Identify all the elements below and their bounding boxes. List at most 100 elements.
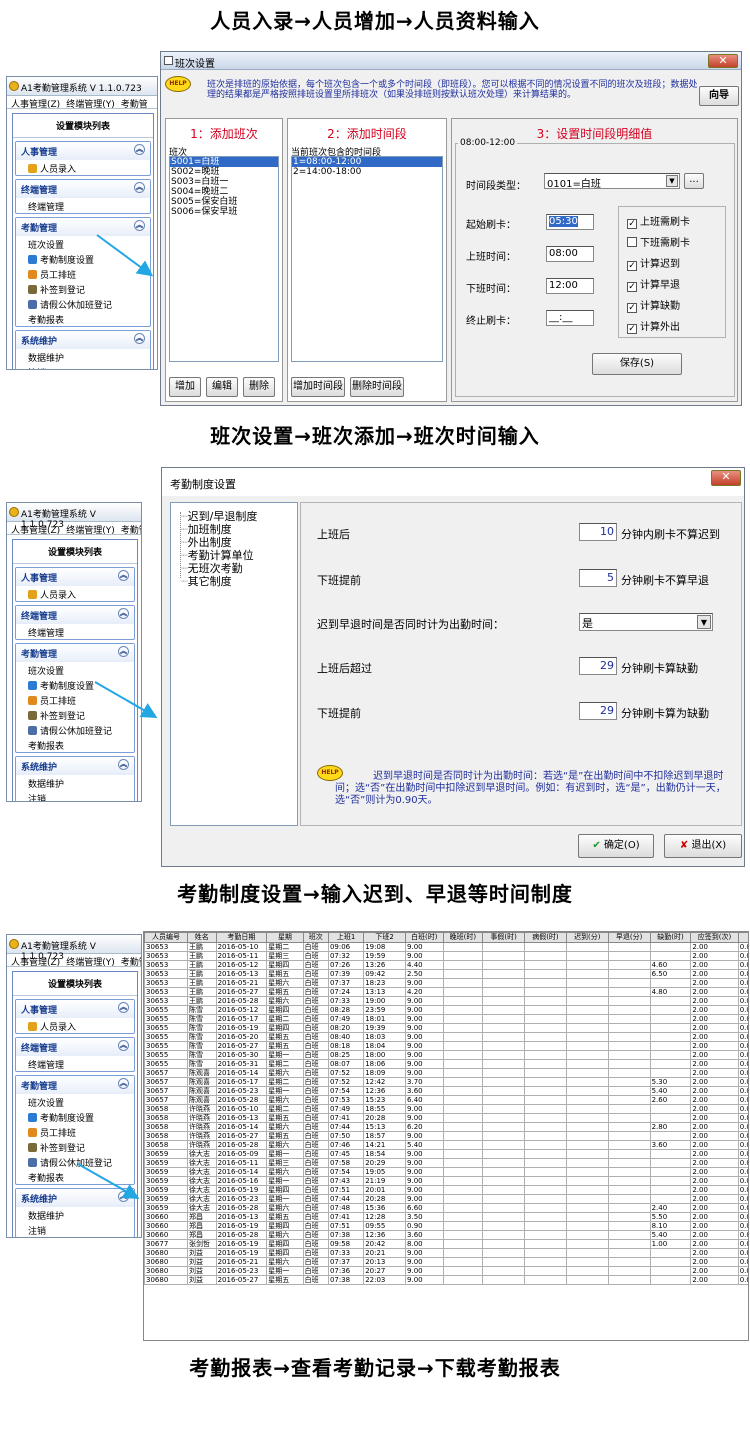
module-group-header[interactable]: 考勤管理 ︽ [16, 1076, 134, 1094]
time-field-input[interactable]: 05:30 [546, 214, 594, 230]
column-header[interactable]: 事假(时) [482, 932, 526, 943]
table-row[interactable]: 30657 陈观喜 2016-05-23 星期一 白班 07:54 12:36 3.60 5.4… [144, 1086, 748, 1096]
table-row[interactable]: 30657 陈观喜 2016-05-17 星期二 白班 07:52 12:42 3.70 5.3… [144, 1077, 748, 1087]
rule-minutes-input[interactable]: 5 [579, 569, 617, 587]
exit-button[interactable]: ✘ 退出(X) [664, 834, 742, 858]
table-row[interactable]: 30660 郑昌 2016-05-28 星期六 白班 07:38 12:36 3.60 5.40… [144, 1230, 748, 1240]
shift-list-item[interactable]: S002=晚班 [170, 167, 278, 177]
add-period-button[interactable]: 增加时间段 [291, 377, 345, 397]
column-header[interactable]: 姓名 [186, 932, 217, 943]
option-checkbox[interactable]: ✓ 计算早退 [627, 276, 680, 292]
menu-item[interactable]: 人事管理(Z) [11, 100, 60, 110]
module-item[interactable]: 考勤报表 [16, 737, 134, 752]
checkbox-icon[interactable]: ✓ [627, 219, 637, 229]
checkbox-icon[interactable]: ✓ [627, 303, 637, 313]
table-row[interactable]: 30680 刘益 2016-05-21 星期六 白班 07:37 20:13 9.00 2.00… [144, 1257, 748, 1267]
column-header[interactable]: 星期 [266, 932, 304, 943]
collapse-icon[interactable]: ︽ [134, 220, 145, 231]
shift-list[interactable]: S001=白班 S002=晚班 S003=白班一 S004=晚班二 S005=保安白班 S… [169, 156, 279, 362]
checkbox-icon[interactable]: ✓ [627, 324, 637, 334]
save-button[interactable]: 保存(S) [592, 353, 682, 375]
module-item[interactable]: 数据维护 [16, 1207, 134, 1222]
shift-list-item[interactable]: S006=保安早班 [170, 207, 278, 217]
menu-item[interactable]: 终端管理(Y) [66, 958, 115, 968]
module-item[interactable]: 补签到登记 [16, 281, 150, 296]
module-group-header[interactable]: 系统维护 ︽ [16, 331, 150, 349]
column-header[interactable]: 缺勤(时) [649, 932, 692, 943]
module-group-header[interactable]: 系统维护 ︽ [16, 757, 134, 775]
table-row[interactable]: 30655 陈雪 2016-05-30 星期一 白班 08:25 18:00 9.00 2.00… [144, 1050, 748, 1060]
edit-shift-button[interactable]: 编辑 [206, 377, 238, 397]
table-row[interactable]: 30660 郑昌 2016-05-13 星期五 白班 07:41 12:28 3.50 5.50… [144, 1212, 748, 1222]
collapse-icon[interactable]: ︽ [118, 1191, 129, 1202]
table-row[interactable]: 30653 王鹏 2016-05-12 星期四 白班 07:26 13:26 4.40 4.60… [144, 960, 748, 970]
table-row[interactable]: 30653 王鹏 2016-05-10 星期二 白班 09:06 19:08 9.00 2.00… [144, 942, 748, 952]
module-group-header[interactable]: 考勤管理 ︽ [16, 218, 150, 236]
table-row[interactable]: 30658 许晓燕 2016-05-27 星期五 白班 07:50 18:57 9.00 2.0… [144, 1131, 748, 1141]
column-header[interactable]: 未签到( [737, 932, 748, 943]
module-group-header[interactable]: 人事管理 ︽ [16, 1000, 134, 1018]
collapse-icon[interactable]: ︽ [118, 1078, 129, 1089]
column-header[interactable]: 早退(分) [607, 932, 651, 943]
period-list-item[interactable]: 2=14:00-18:00 [292, 167, 442, 177]
shift-list-item[interactable]: S003=白班一 [170, 177, 278, 187]
table-row[interactable]: 30680 刘益 2016-05-23 星期一 白班 07:36 20:27 9.00 2.00… [144, 1266, 748, 1276]
checkbox-icon[interactable]: ✓ [627, 261, 637, 271]
module-item[interactable]: 注销 [16, 1222, 134, 1237]
shift-list-item[interactable]: S001=白班 [170, 157, 278, 167]
module-item[interactable]: 人员录入 [16, 586, 134, 601]
rules-tree-item[interactable]: ┈其它制度 [181, 573, 232, 589]
shift-list-item[interactable]: S005=保安白班 [170, 197, 278, 207]
column-header[interactable]: 考勤日期 [215, 932, 268, 943]
period-list[interactable]: 1=08:00-12:00 2=14:00-18:00 [291, 156, 443, 362]
table-row[interactable]: 30655 陈雪 2016-05-12 星期四 白班 08:28 23:59 9.00 2.00… [144, 1005, 748, 1015]
column-header[interactable]: 应签到(次) [690, 932, 739, 943]
table-row[interactable]: 30653 王鹏 2016-05-27 星期五 白班 07:24 13:13 4.20 4.80… [144, 987, 748, 997]
table-row[interactable]: 30653 王鹏 2016-05-11 星期三 白班 07:32 19:59 9.00 2.00… [144, 951, 748, 961]
period-type-browse-button[interactable]: ... [684, 173, 704, 189]
rule-minutes-input[interactable]: 10 [579, 523, 617, 541]
table-row[interactable]: 30677 张剑哲 2016-05-19 星期四 白班 09:58 20:42 8.00 1.0… [144, 1239, 748, 1249]
module-item[interactable]: 请假公休加班登记 [16, 1154, 134, 1169]
table-row[interactable]: 30659 徐大志 2016-05-23 星期一 白班 07:44 20:28 9.00 2.0… [144, 1194, 748, 1204]
table-row[interactable]: 30657 陈观喜 2016-05-28 星期六 白班 07:53 15:23 6.40 2.6… [144, 1095, 748, 1105]
module-item[interactable]: 班次设置 [16, 236, 150, 251]
column-header[interactable]: 白班(时) [405, 932, 444, 943]
menu-item[interactable]: 终端管理(Y) [66, 100, 115, 110]
close-icon[interactable]: ✕ [711, 470, 741, 486]
table-row[interactable]: 30660 郑昌 2016-05-19 星期四 白班 07:51 09:55 0.90 8.10… [144, 1221, 748, 1231]
table-row[interactable]: 30653 王鹏 2016-05-21 星期六 白班 07:37 18:23 9.00 2.00… [144, 978, 748, 988]
table-row[interactable]: 30658 许晓燕 2016-05-28 星期六 白班 07:46 14:21 5.40 3.6… [144, 1140, 748, 1150]
table-row[interactable]: 30659 徐大志 2016-05-19 星期四 白班 07:51 20:01 9.00 2.0… [144, 1185, 748, 1195]
table-row[interactable]: 30657 陈观喜 2016-05-14 星期六 白班 07:52 18:09 9.00 2.0… [144, 1068, 748, 1078]
collapse-icon[interactable]: ︽ [118, 759, 129, 770]
ok-button[interactable]: ✔ 确定(O) [578, 834, 654, 858]
module-item[interactable]: 考勤制度设置 [16, 251, 150, 266]
table-row[interactable]: 30655 陈雪 2016-05-27 星期五 白班 08:18 18:04 9.00 2.00… [144, 1041, 748, 1051]
module-item[interactable]: 终端管理 [16, 1056, 134, 1071]
rule-minutes-input[interactable]: 29 [579, 702, 617, 720]
collapse-icon[interactable]: ︽ [134, 333, 145, 344]
module-item[interactable]: 补签到登记 [16, 1139, 134, 1154]
module-item[interactable]: 考勤报表 [16, 1169, 134, 1184]
chevron-down-icon[interactable]: ▼ [666, 175, 678, 187]
module-item[interactable]: 数据维护 [16, 775, 134, 790]
table-row[interactable]: 30658 许晓燕 2016-05-14 星期六 白班 07:44 15:13 6.20 2.8… [144, 1122, 748, 1132]
shift-list-item[interactable]: S004=晚班二 [170, 187, 278, 197]
rule-select[interactable]: 是 ▼ [579, 613, 713, 631]
option-checkbox[interactable]: ✓ 计算迟到 [627, 255, 680, 271]
guide-button[interactable]: 向导 [699, 86, 739, 106]
checkbox-icon[interactable]: ✓ [627, 282, 637, 292]
module-item[interactable]: 班次设置 [16, 662, 134, 677]
module-group-header[interactable]: 终端管理 ︽ [16, 606, 134, 624]
column-header[interactable]: 人员编号 [144, 932, 188, 943]
table-row[interactable]: 30680 刘益 2016-05-19 星期四 白班 07:33 20:21 9.00 2.00… [144, 1248, 748, 1258]
table-row[interactable]: 30659 徐大志 2016-05-11 星期三 白班 07:58 20:29 9.00 2.0… [144, 1158, 748, 1168]
module-group-header[interactable]: 系统维护 ︽ [16, 1189, 134, 1207]
module-item[interactable]: 人员录入 [16, 160, 150, 175]
collapse-icon[interactable]: ︽ [118, 646, 129, 657]
module-group-header[interactable]: 终端管理 ︽ [16, 180, 150, 198]
collapse-icon[interactable]: ︽ [134, 144, 145, 155]
module-item[interactable]: 注销 [16, 790, 134, 801]
table-row[interactable]: 30653 王鹏 2016-05-13 星期五 白班 07:39 09:42 2.50 6.50… [144, 969, 748, 979]
